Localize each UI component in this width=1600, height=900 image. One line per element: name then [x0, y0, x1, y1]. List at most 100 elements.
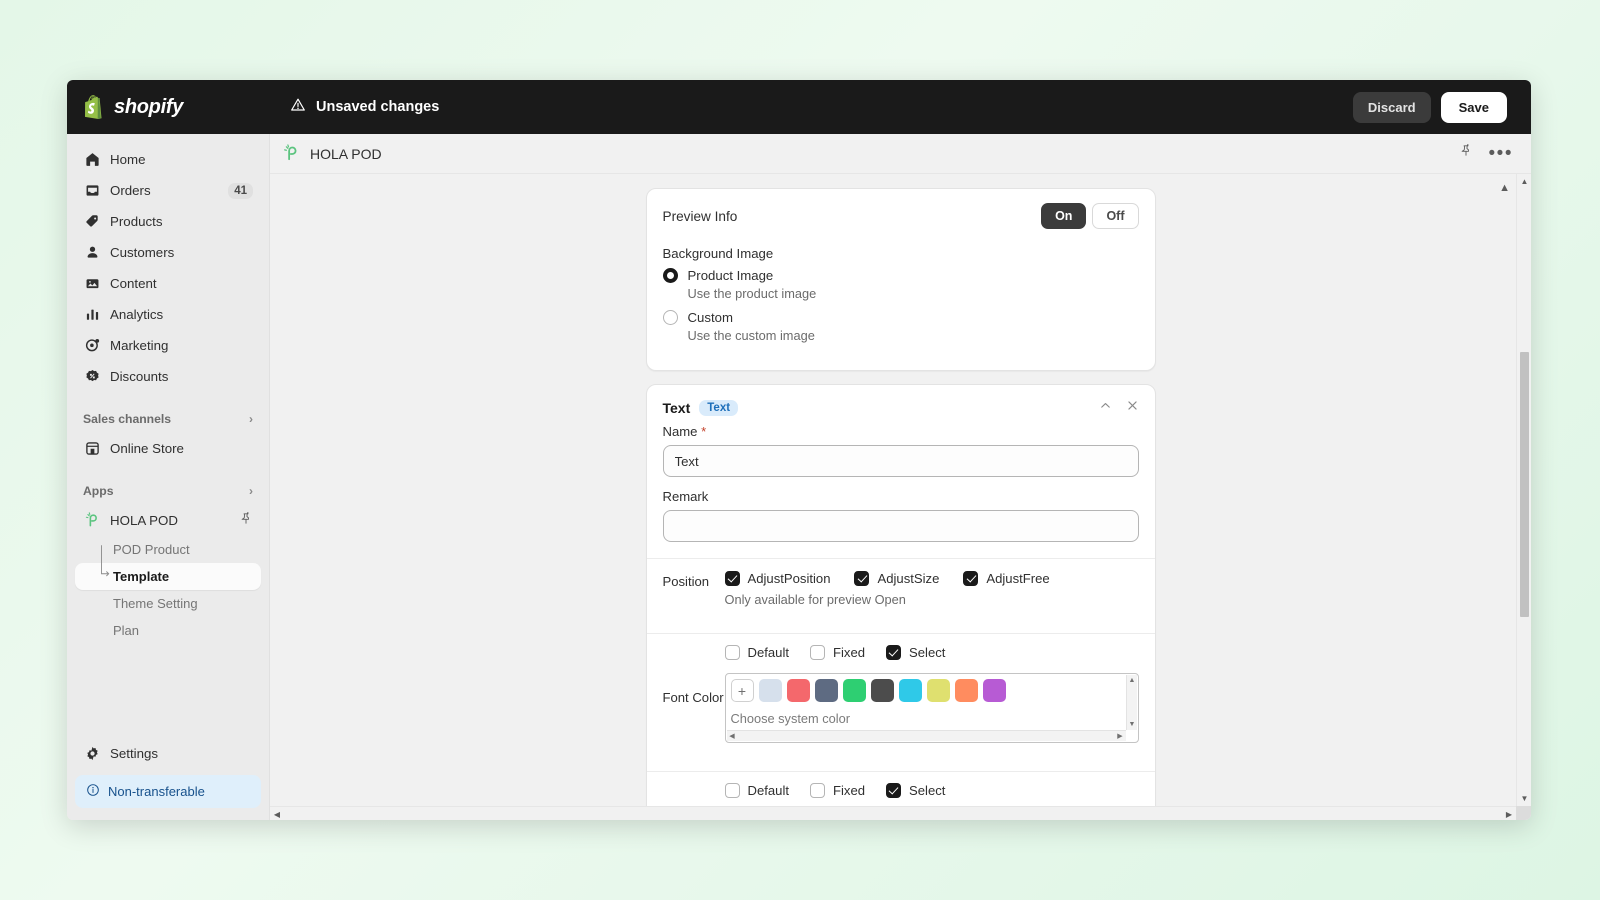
sidebar-item-settings[interactable]: Settings	[75, 738, 261, 769]
scroll-down-arrow-icon[interactable]: ▼	[1127, 719, 1138, 730]
scroll-down-arrow-icon[interactable]: ▼	[1517, 791, 1531, 806]
remark-input[interactable]	[662, 510, 1139, 542]
scroll-up-arrow-icon[interactable]: ▲	[1517, 174, 1531, 189]
color-swatch[interactable]	[758, 679, 782, 702]
scroll-left-arrow-icon[interactable]: ◀	[270, 807, 284, 820]
position-row: Position AdjustPosition AdjustSize Adjus…	[647, 559, 1155, 617]
sidebar-item-hola-pod[interactable]: HOLA POD	[75, 505, 261, 536]
home-icon	[83, 151, 101, 169]
checkbox-box[interactable]	[886, 783, 902, 798]
sidebar-item-marketing[interactable]: Marketing	[75, 330, 261, 361]
scroll-right-arrow-icon[interactable]: ▶	[1115, 731, 1126, 742]
checkbox-label: AdjustSize	[877, 571, 940, 586]
pin-icon[interactable]	[239, 511, 253, 529]
sidebar-section-sales-channels[interactable]: Sales channels ›	[75, 405, 261, 433]
sidebar-subitem-pod-product[interactable]: POD Product	[75, 536, 261, 563]
checkbox-box[interactable]	[724, 783, 740, 798]
sidebar-label: Orders	[110, 183, 151, 198]
color-swatch[interactable]	[870, 679, 894, 702]
scroll-left-arrow-icon[interactable]: ◀	[727, 731, 738, 742]
non-transferable-label: Non-transferable	[108, 784, 205, 799]
sidebar-label: Marketing	[110, 338, 169, 353]
checkbox-color-fixed[interactable]: Fixed	[810, 645, 865, 660]
font-color-select[interactable]: + Choose system color ▲ ▼ ◀ ▶	[724, 673, 1139, 743]
checkbox-label: Fixed	[833, 645, 866, 660]
radio-custom[interactable]	[662, 310, 678, 325]
checkbox-color-select[interactable]: Select	[886, 645, 945, 660]
name-input[interactable]	[662, 445, 1139, 477]
checkbox-box[interactable]	[886, 645, 902, 660]
marketing-icon	[83, 337, 101, 355]
preview-toggle-off[interactable]: Off	[1092, 203, 1139, 229]
discounts-icon	[83, 368, 101, 386]
scrollbar-thumb[interactable]	[1520, 352, 1529, 617]
color-swatch[interactable]	[814, 679, 838, 702]
color-swatch[interactable]	[926, 679, 950, 702]
shopify-brand[interactable]: shopify	[85, 95, 268, 119]
preview-toggle-on[interactable]: On	[1041, 203, 1087, 229]
preview-info-card: Preview Info On Off Background Image Pro…	[645, 188, 1156, 371]
more-horizontal-icon[interactable]: •••	[1489, 143, 1513, 163]
color-swatch[interactable]	[786, 679, 810, 702]
name-label-text: Name	[662, 424, 698, 439]
products-icon	[83, 213, 101, 231]
radio-option-product-image[interactable]: Product Image	[662, 268, 1139, 283]
checkbox-box[interactable]	[724, 571, 740, 586]
page-title: HOLA POD	[310, 145, 382, 162]
sidebar-subitem-plan[interactable]: Plan	[75, 617, 261, 644]
checkbox-label: AdjustFree	[986, 571, 1050, 586]
panel-collapse-caret-icon[interactable]: ▲	[1499, 182, 1510, 194]
close-icon[interactable]	[1126, 399, 1139, 416]
pin-icon[interactable]	[1459, 143, 1473, 163]
sidebar-item-content[interactable]: Content	[75, 268, 261, 299]
text-settings-card: Text Text Name * Text Remark Position Ad…	[645, 384, 1156, 820]
sidebar-item-online-store[interactable]: Online Store	[75, 433, 261, 464]
font-family-mode-row: Default Fixed Select	[647, 772, 1155, 809]
discard-button[interactable]: Discard	[1352, 91, 1431, 123]
scroll-right-arrow-icon[interactable]: ▶	[1502, 807, 1516, 820]
checkbox-font-select[interactable]: Select	[886, 783, 945, 798]
scroll-up-arrow-icon[interactable]: ▲	[1127, 675, 1138, 686]
unsaved-changes-indicator: Unsaved changes	[290, 97, 439, 117]
sidebar-item-customers[interactable]: Customers	[75, 237, 261, 268]
sidebar-item-discounts[interactable]: Discounts	[75, 361, 261, 392]
checkbox-label: Default	[747, 645, 790, 660]
checkbox-adjust-size[interactable]: AdjustSize	[854, 571, 939, 586]
sidebar-item-home[interactable]: Home	[75, 144, 261, 175]
checkbox-box[interactable]	[854, 571, 870, 586]
sidebar-item-analytics[interactable]: Analytics	[75, 299, 261, 330]
sidebar-section-apps[interactable]: Apps ›	[75, 477, 261, 505]
color-swatch[interactable]	[982, 679, 1006, 702]
checkbox-adjust-free[interactable]: AdjustFree	[963, 571, 1050, 586]
chevron-up-icon[interactable]	[1099, 399, 1112, 416]
font-color-vertical-scrollbar[interactable]: ▲ ▼	[1125, 675, 1138, 730]
canvas-horizontal-scrollbar[interactable]: ◀ ▶	[270, 806, 1516, 820]
checkbox-box[interactable]	[810, 645, 825, 660]
checkbox-box[interactable]	[810, 783, 825, 798]
color-swatch[interactable]	[898, 679, 922, 702]
sidebar-label: Customers	[110, 245, 175, 260]
font-color-horizontal-scrollbar[interactable]: ◀ ▶	[726, 730, 1126, 742]
position-label: Position	[662, 574, 710, 589]
add-color-button[interactable]: +	[730, 679, 754, 702]
checkbox-font-fixed[interactable]: Fixed	[810, 783, 865, 798]
radio-product-image[interactable]	[662, 268, 678, 283]
checkbox-box[interactable]	[963, 571, 979, 586]
checkbox-font-default[interactable]: Default	[724, 783, 789, 798]
color-swatch[interactable]	[842, 679, 866, 702]
sidebar-subitem-template[interactable]: Template	[75, 563, 261, 590]
checkbox-box[interactable]	[724, 645, 740, 660]
sidebar: Home Orders 41 Products Customers Conten…	[67, 134, 270, 820]
checkbox-adjust-position[interactable]: AdjustPosition	[724, 571, 830, 586]
color-swatch[interactable]	[954, 679, 978, 702]
font-color-row: Font Color + Choose system color ▲ ▼ ◀ ▶	[647, 671, 1155, 755]
checkbox-color-default[interactable]: Default	[724, 645, 790, 660]
radio-option-custom[interactable]: Custom	[662, 310, 1139, 325]
save-button[interactable]: Save	[1440, 91, 1507, 123]
sidebar-item-products[interactable]: Products	[75, 206, 261, 237]
settings-canvas: Preview Info On Off Background Image Pro…	[270, 174, 1531, 820]
canvas-vertical-scrollbar[interactable]: ▲ ▼	[1516, 174, 1531, 806]
sidebar-item-orders[interactable]: Orders 41	[75, 175, 261, 206]
sidebar-subitem-theme-setting[interactable]: Theme Setting	[75, 590, 261, 617]
name-label: Name *	[663, 424, 1139, 439]
